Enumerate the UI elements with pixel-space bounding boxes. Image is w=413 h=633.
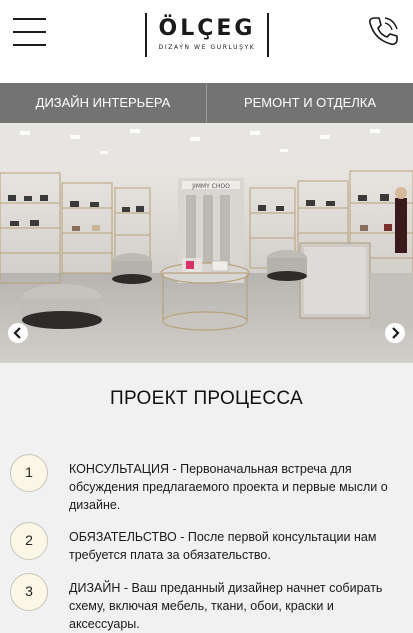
nav-item-interior-design[interactable]: ДИЗАЙН ИНТЕРЬЕРА xyxy=(0,83,206,123)
hamburger-menu-icon[interactable] xyxy=(13,18,46,46)
store-interior-image: JIMMY CHOO xyxy=(0,123,413,363)
step-number-badge: 1 xyxy=(10,454,48,492)
step-description: ОБЯЗАТЕЛЬСТВО - После первой консультаци… xyxy=(69,530,377,562)
chevron-right-icon[interactable] xyxy=(385,323,405,343)
logo-tagline: DIZAÝN WE GURLUŞYK xyxy=(158,44,256,51)
store-sign: JIMMY CHOO xyxy=(191,183,230,190)
step-number-badge: 3 xyxy=(10,573,48,611)
main-nav: ДИЗАЙН ИНТЕРЬЕРА РЕМОНТ И ОТДЕЛКА xyxy=(0,83,413,123)
chevron-left-icon[interactable] xyxy=(8,323,28,343)
step-number-badge: 2 xyxy=(10,522,48,560)
site-header: ÖLÇEG DIZAÝN WE GURLUŞYK xyxy=(0,0,413,83)
step-description: КОНСУЛЬТАЦИЯ - Первоначальная встреча дл… xyxy=(69,462,388,512)
step-description: ДИЗАЙН - Ваш преданный дизайнер начнет с… xyxy=(69,581,383,631)
section-title: ПРОЕКТ ПРОЦЕССА xyxy=(110,388,303,409)
nav-item-renovation[interactable]: РЕМОНТ И ОТДЕЛКА xyxy=(207,83,413,123)
phone-icon[interactable] xyxy=(366,14,400,48)
site-logo[interactable]: ÖLÇEG DIZAÝN WE GURLUŞYK xyxy=(145,13,269,57)
hero-slider[interactable]: JIMMY CHOO xyxy=(0,123,413,363)
logo-wordmark: ÖLÇEG xyxy=(158,16,256,41)
